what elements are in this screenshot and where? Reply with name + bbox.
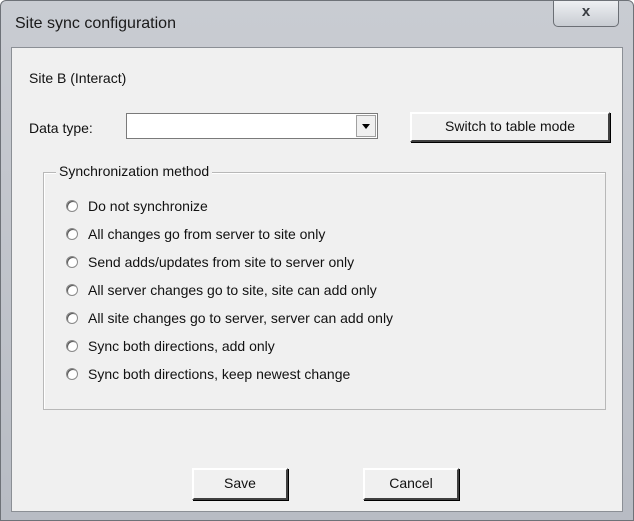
window-title: Site sync configuration bbox=[15, 15, 176, 32]
title-bar: Site sync configuration x bbox=[1, 1, 633, 35]
radio-label: Do not synchronize bbox=[88, 198, 208, 214]
data-type-label: Data type: bbox=[29, 120, 93, 136]
dialog-window: Site sync configuration x Site B (Intera… bbox=[0, 0, 634, 521]
radio-button-icon bbox=[66, 312, 78, 324]
radio-label: Send adds/updates from site to server on… bbox=[88, 254, 355, 270]
radio-button-icon bbox=[66, 200, 78, 212]
switch-to-table-mode-button[interactable]: Switch to table mode bbox=[410, 112, 610, 142]
dropdown-arrow-button[interactable] bbox=[356, 115, 376, 137]
radio-label: All changes go from server to site only bbox=[88, 226, 326, 242]
close-button[interactable]: x bbox=[553, 1, 619, 27]
group-title: Synchronization method bbox=[56, 163, 213, 179]
sync-method-group: Synchronization method Do not synchroniz… bbox=[43, 163, 606, 410]
radio-button-icon bbox=[66, 256, 78, 268]
site-label: Site B (Interact) bbox=[29, 70, 127, 86]
radio-label: Sync both directions, add only bbox=[88, 338, 275, 354]
radio-button-icon bbox=[66, 368, 78, 380]
data-type-select[interactable] bbox=[126, 113, 378, 139]
radio-label: All site changes go to server, server ca… bbox=[88, 310, 394, 326]
radio-button-icon bbox=[66, 284, 78, 296]
save-button[interactable]: Save bbox=[192, 468, 288, 500]
dialog-body: Site B (Interact) Data type: Switch to t… bbox=[11, 47, 623, 512]
radio-label: All server changes go to site, site can … bbox=[88, 282, 377, 298]
radio-button-icon bbox=[66, 340, 78, 352]
radio-button-icon bbox=[66, 228, 78, 240]
cancel-button[interactable]: Cancel bbox=[363, 468, 459, 500]
radio-label: Sync both directions, keep newest change bbox=[88, 366, 351, 382]
close-icon: x bbox=[581, 3, 591, 20]
chevron-down-icon bbox=[362, 124, 370, 129]
